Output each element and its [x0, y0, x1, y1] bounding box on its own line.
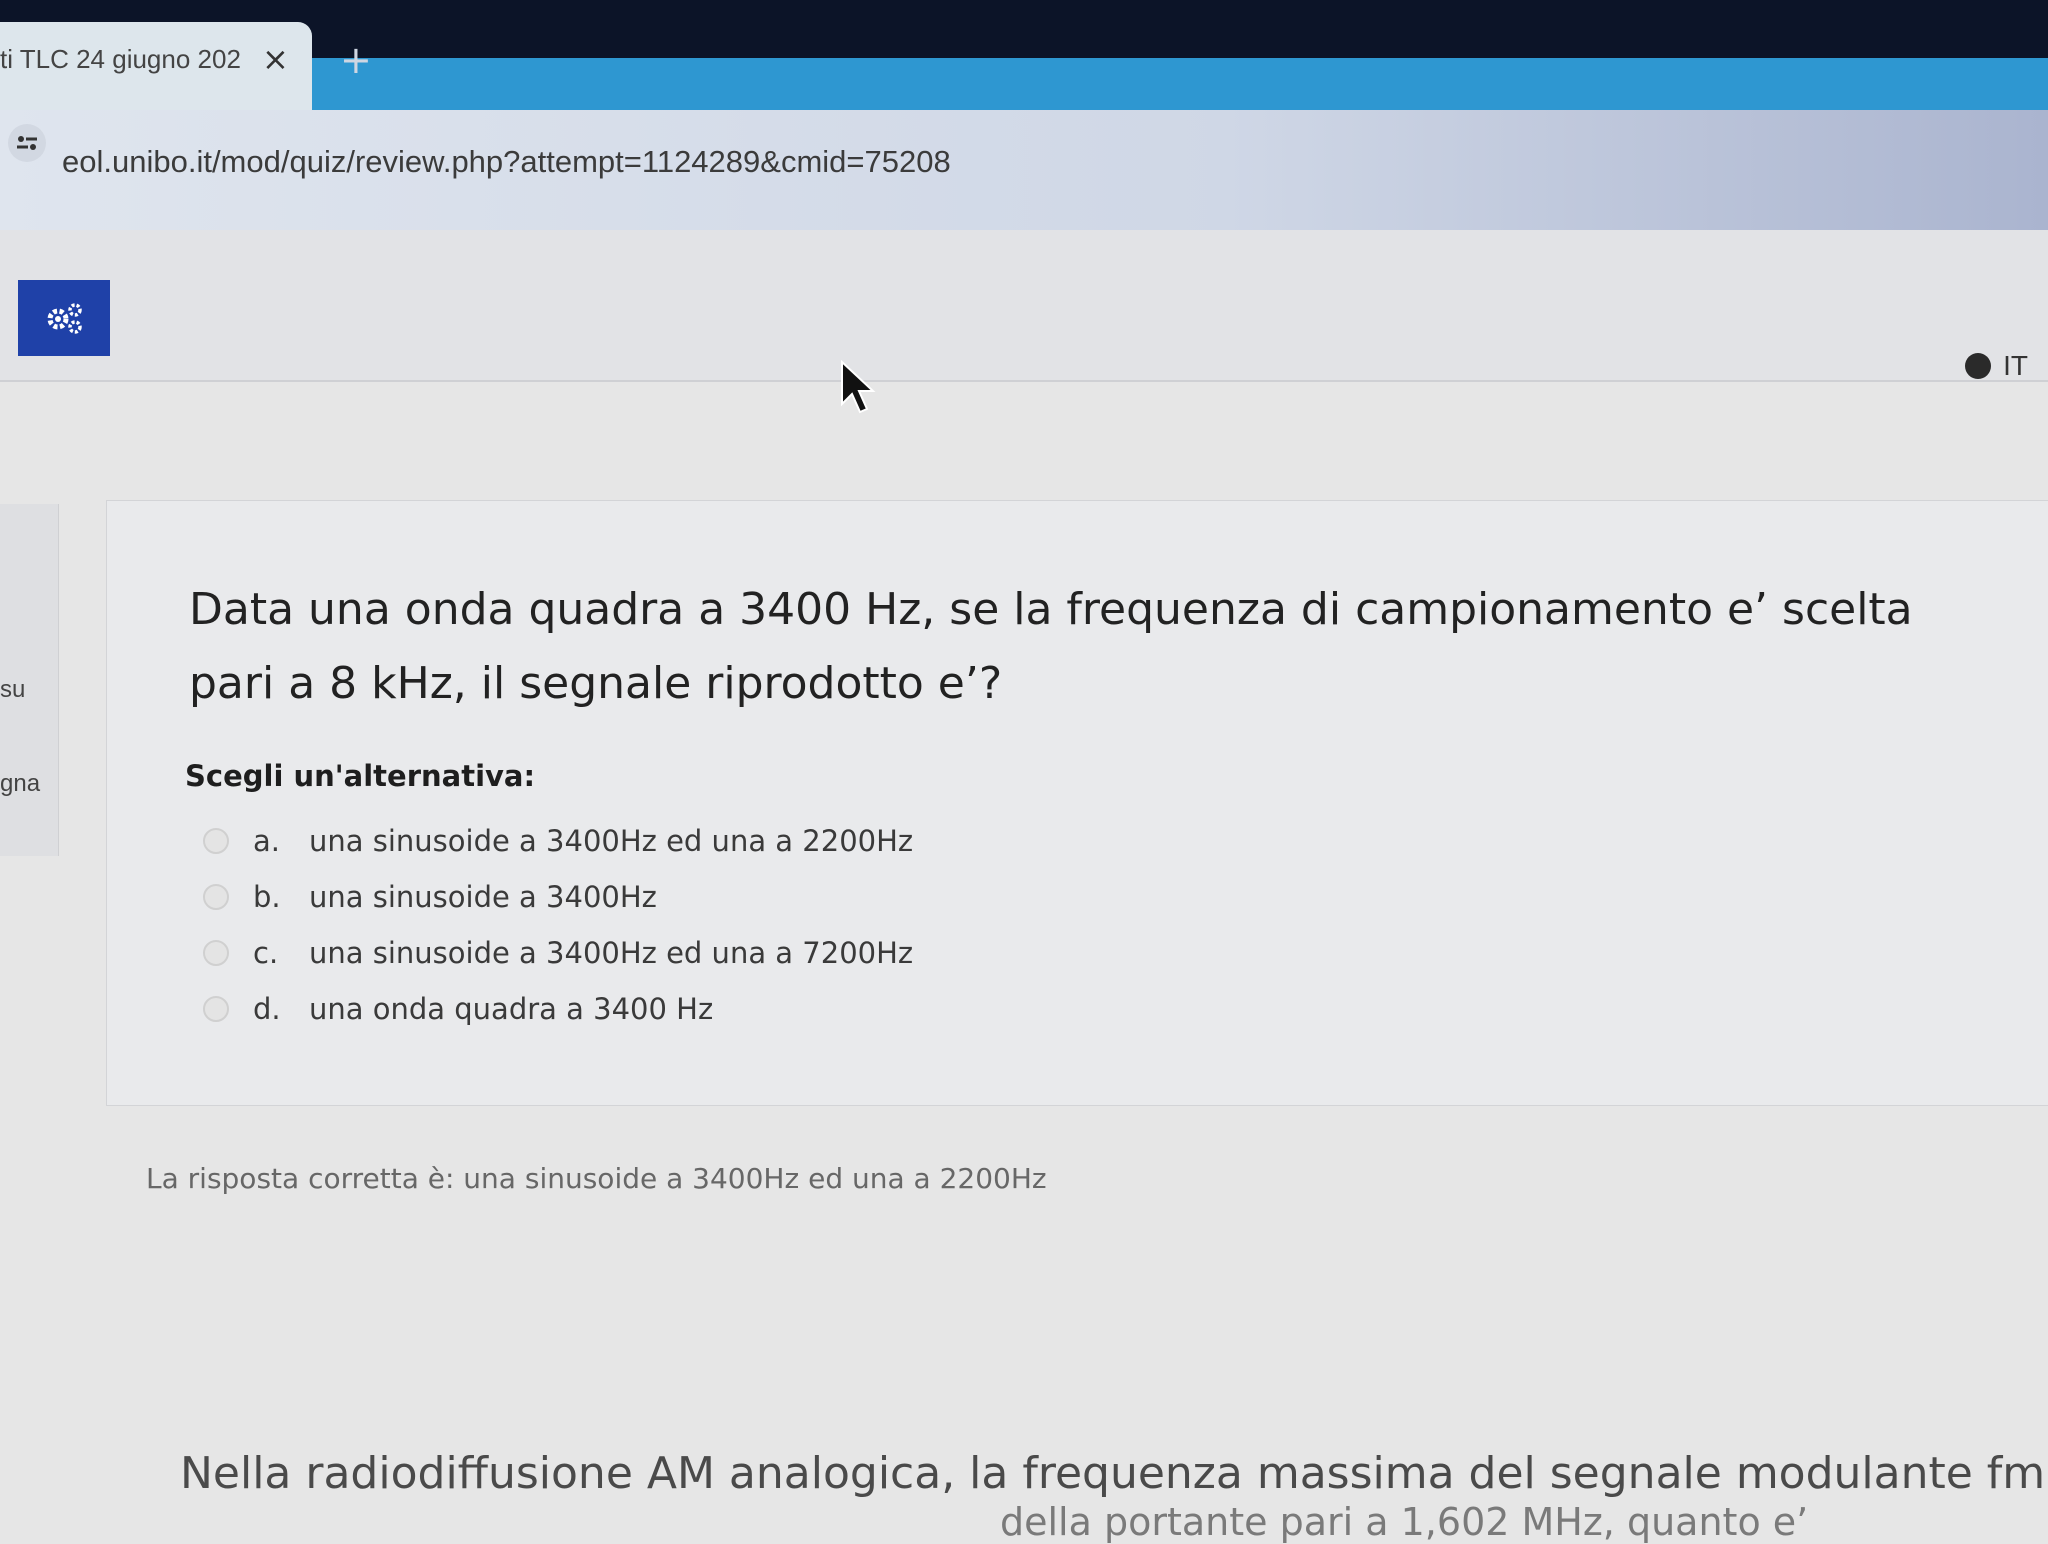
- answer-option-c[interactable]: c. una sinusoide a 3400Hz ed una a 7200H…: [203, 925, 913, 981]
- answer-option-d[interactable]: d. una onda quadra a 3400 Hz: [203, 981, 913, 1037]
- tab-close-icon[interactable]: ×: [262, 40, 289, 78]
- tab-title: ti TLC 24 giugno 202: [0, 44, 241, 74]
- option-text: una sinusoide a 3400Hz ed una a 7200Hz: [309, 936, 914, 970]
- question-text: Data una onda quadra a 3400 Hz, se la fr…: [189, 584, 1913, 709]
- option-letter: c.: [253, 936, 279, 970]
- radio-button[interactable]: [203, 884, 229, 910]
- radio-button[interactable]: [203, 996, 229, 1022]
- sidebar-fragment-1[interactable]: su: [0, 676, 25, 704]
- page-header: IT: [0, 230, 2048, 382]
- answer-list: a. una sinusoide a 3400Hz ed una a 2200H…: [203, 813, 913, 1037]
- new-tab-button[interactable]: +: [340, 38, 372, 82]
- option-letter: a.: [253, 824, 280, 858]
- settings-button[interactable]: [18, 280, 110, 356]
- url-text[interactable]: eol.unibo.it/mod/quiz/review.php?attempt…: [62, 144, 951, 180]
- address-bar[interactable]: eol.unibo.it/mod/quiz/review.php?attempt…: [0, 110, 2048, 230]
- next-question-text: Nella radiodiffusione AM analogica, la f…: [180, 1448, 2048, 1499]
- option-text: una sinusoide a 3400Hz: [309, 880, 657, 914]
- answer-prompt: Scegli un'alternativa:: [185, 759, 536, 793]
- option-text: una onda quadra a 3400 Hz: [309, 992, 714, 1026]
- language-label: IT: [2003, 350, 2028, 381]
- option-text: una sinusoide a 3400Hz ed una a 2200Hz: [309, 824, 914, 858]
- gears-icon: [47, 303, 82, 334]
- radio-button[interactable]: [203, 828, 229, 854]
- language-menu[interactable]: IT: [1965, 350, 2028, 382]
- site-info-icon[interactable]: [8, 124, 46, 162]
- option-letter: b.: [253, 880, 281, 914]
- tab-strip: [312, 58, 2048, 110]
- question-box: Data una onda quadra a 3400 Hz, se la fr…: [106, 500, 2048, 1106]
- radio-button[interactable]: [203, 940, 229, 966]
- next-question-text-line2: della portante pari a 1,602 MHz, quanto …: [1000, 1500, 1809, 1544]
- answer-option-a[interactable]: a. una sinusoide a 3400Hz ed una a 2200H…: [203, 813, 913, 869]
- sidebar-fragment-2[interactable]: gna: [0, 770, 40, 798]
- mouse-cursor-icon: [841, 360, 876, 414]
- correct-answer-feedback: La risposta corretta è: una sinusoide a …: [146, 1162, 1047, 1195]
- browser-tab[interactable]: ti TLC 24 giugno 202 ×: [0, 22, 312, 110]
- globe-icon: [1965, 353, 1992, 379]
- answer-option-b[interactable]: b. una sinusoide a 3400Hz: [203, 869, 913, 925]
- option-letter: d.: [253, 992, 281, 1026]
